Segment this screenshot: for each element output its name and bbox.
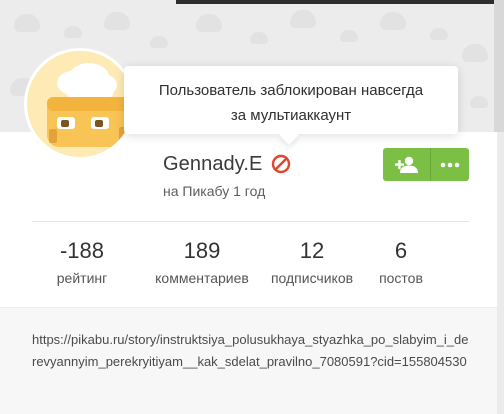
- cover-pattern-icon: [290, 10, 316, 28]
- profile-stats: -188 рейтинг 189 комментариев 12 подписч…: [32, 238, 469, 288]
- stat-label: постов: [379, 270, 423, 286]
- stat-rating: -188 рейтинг: [22, 238, 142, 286]
- ban-reason-text: Пользователь заблокирован навсегда за му…: [158, 82, 424, 124]
- cover-pattern-icon: [250, 32, 268, 44]
- more-button[interactable]: [430, 148, 469, 181]
- subscribe-button[interactable]: [383, 148, 430, 181]
- cover-pattern-icon: [14, 14, 40, 32]
- cover-pattern-icon: [470, 96, 488, 108]
- profile-card: Пользователь заблокирован навсегда за му…: [0, 0, 504, 414]
- cover-pattern-icon: [196, 14, 222, 32]
- stat-value: 189: [183, 238, 221, 263]
- registration-info: на Пикабу 1 год: [163, 183, 266, 199]
- stat-value: 6: [394, 238, 408, 263]
- profile-actions: [383, 148, 469, 181]
- tooltip-arrow: [279, 125, 299, 145]
- cover-pattern-icon: [150, 36, 168, 48]
- avatar[interactable]: [24, 48, 136, 160]
- cook-hat-avatar-icon: [27, 51, 133, 157]
- cover-pattern-icon: [340, 30, 358, 42]
- cover-top-strip: [176, 0, 504, 4]
- stat-label: комментариев: [155, 270, 249, 286]
- stat-label: рейтинг: [56, 270, 108, 286]
- cover-pattern-icon: [104, 12, 130, 30]
- cover-pattern-icon: [64, 26, 82, 38]
- more-dots-icon: [440, 162, 460, 167]
- cover-pattern-icon: [380, 12, 406, 30]
- stat-value: -188: [59, 238, 105, 263]
- username[interactable]: Gennady.E: [163, 153, 262, 176]
- cover-right-edge: [494, 0, 504, 132]
- profile-divider: [32, 221, 469, 222]
- username-row: Gennady.E: [163, 150, 291, 178]
- card-right-edge: [497, 132, 504, 414]
- ban-reason-tooltip: Пользователь заблокирован навсегда за му…: [124, 66, 458, 145]
- stat-comments[interactable]: 189 комментариев: [142, 238, 262, 286]
- cover-pattern-icon: [462, 44, 488, 62]
- cover-pattern-icon: [430, 28, 448, 40]
- story-link[interactable]: https://pikabu.ru/story/instruktsiya_pol…: [32, 329, 472, 373]
- add-user-icon: [394, 156, 418, 173]
- stat-posts[interactable]: 6 постов: [341, 238, 461, 286]
- ban-icon[interactable]: [271, 154, 291, 174]
- profile-footer: https://pikabu.ru/story/instruktsiya_pol…: [0, 307, 504, 414]
